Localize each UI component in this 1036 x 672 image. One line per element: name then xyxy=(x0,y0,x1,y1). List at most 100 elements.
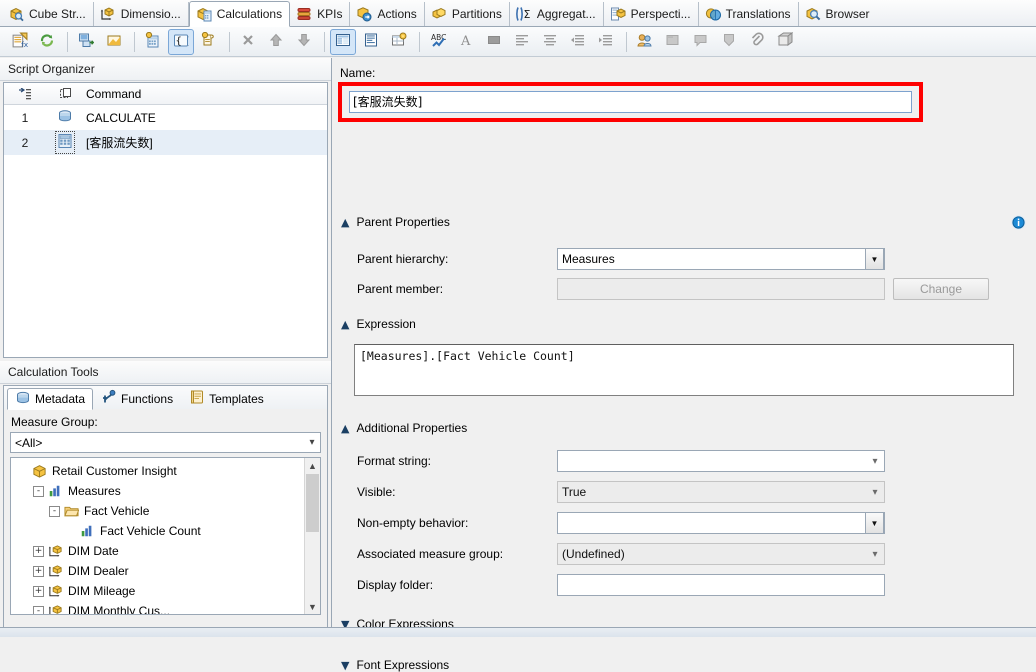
tree-node[interactable]: - Measures xyxy=(15,481,320,501)
metadata-tree[interactable]: Retail Customer Insight - Measures - Fact Ve… xyxy=(10,457,321,615)
form-view-icon xyxy=(335,32,351,51)
additional-properties-section-header[interactable]: ▲ Additional Properties xyxy=(341,421,467,435)
tab-translations[interactable]: Translations xyxy=(699,2,799,26)
associated-measure-group-select[interactable]: (Undefined) ▾ xyxy=(557,543,885,565)
chevron-down-icon[interactable]: ▾ xyxy=(866,487,884,498)
toolbar-deploy-button[interactable] xyxy=(772,29,798,55)
measure-group-label: Measure Group: xyxy=(11,415,98,429)
tree-expander[interactable]: - xyxy=(49,505,60,517)
chevron-down-icon[interactable]: ▾ xyxy=(866,456,884,467)
tree-node-label: Fact Vehicle xyxy=(84,504,150,518)
toolbar-move-up-button[interactable] xyxy=(263,29,289,55)
dimension-tree-icon xyxy=(48,604,64,614)
tree-node[interactable]: Fact Vehicle Count xyxy=(15,521,320,541)
tab-partitions[interactable]: Partitions xyxy=(425,2,510,26)
toolbar-form-view-button[interactable] xyxy=(330,28,356,55)
toolbar-uncomment-button[interactable] xyxy=(688,29,714,55)
calc-tools-tab-metadata[interactable]: Metadata xyxy=(7,388,94,410)
toolbar-new-named-set-button[interactable] xyxy=(101,29,127,55)
tree-expander[interactable]: + xyxy=(33,585,44,597)
refresh-icon xyxy=(39,32,55,51)
functions-icon xyxy=(101,389,117,408)
calc-tools-tab-label: Templates xyxy=(209,391,264,406)
new-script-command-icon xyxy=(78,32,95,51)
expression-section-header[interactable]: ▲ Expression xyxy=(341,317,416,331)
chevron-down-icon[interactable]: ▾ xyxy=(866,549,884,560)
measure-group-select[interactable]: <All> ▾ xyxy=(10,432,321,453)
toolbar-indent-increase-button[interactable] xyxy=(593,29,619,55)
row-index: 2 xyxy=(21,135,29,150)
tab-perspecti[interactable]: Perspecti... xyxy=(604,2,699,26)
tab-actions[interactable]: Actions xyxy=(350,2,425,26)
tab-calculations[interactable]: Calculations xyxy=(188,1,291,27)
toolbar-separator xyxy=(67,31,68,52)
chevron-down-icon: ▾ xyxy=(309,437,315,448)
table-row[interactable]: 1 CALCULATE xyxy=(4,105,327,130)
row-indicator-header-icon xyxy=(4,87,46,100)
tree-node[interactable]: - Fact Vehicle xyxy=(15,501,320,521)
non-empty-behavior-select[interactable]: ▼ xyxy=(557,512,885,534)
visible-select[interactable]: True ▾ xyxy=(557,481,885,503)
toolbar-comment-button[interactable] xyxy=(660,29,686,55)
font-expressions-section-header[interactable]: ▼ Font Expressions xyxy=(341,658,449,672)
info-icon[interactable] xyxy=(1011,215,1026,230)
calc-tools-tab-templates[interactable]: Templates xyxy=(181,388,272,409)
toolbar-delete-button[interactable] xyxy=(235,29,261,55)
toolbar-refresh-button[interactable] xyxy=(34,29,60,55)
toolbar-attach-button[interactable] xyxy=(744,29,770,55)
display-folder-input[interactable] xyxy=(557,574,885,596)
tree-node[interactable]: - DIM Monthly Cus... xyxy=(15,601,320,614)
tree-expander[interactable]: - xyxy=(33,485,44,497)
expression-editor[interactable]: [Measures].[Fact Vehicle Count] xyxy=(354,344,1014,396)
toolbar-font-button[interactable]: A xyxy=(453,29,479,55)
calc-tools-tab-functions[interactable]: Functions xyxy=(93,388,181,409)
tab-dimensio[interactable]: Dimensio... xyxy=(94,2,189,26)
metadata-tree-scrollbar[interactable]: ▲ ▼ xyxy=(304,458,320,614)
tab-kpis[interactable]: KPIs xyxy=(290,2,351,26)
tree-node[interactable]: Retail Customer Insight xyxy=(15,461,320,481)
tree-node[interactable]: + DIM Dealer xyxy=(15,561,320,581)
toolbar-new-calculated-member2-button[interactable] xyxy=(140,29,166,55)
table-row[interactable]: 2 [客服流失数] xyxy=(4,130,327,155)
tree-expander[interactable]: - xyxy=(33,605,44,614)
toolbar-roles-button[interactable] xyxy=(632,29,658,55)
toolbar-color-button[interactable] xyxy=(481,29,507,55)
parent-hierarchy-select[interactable]: Measures ▼ xyxy=(557,248,885,270)
toolbar-separator xyxy=(626,31,627,52)
parent-properties-section-header[interactable]: ▲ Parent Properties xyxy=(341,215,450,229)
toolbar-new-script-command-button[interactable] xyxy=(73,29,99,55)
toolbar-new-script-button[interactable] xyxy=(196,29,222,55)
tab-cubestr[interactable]: Cube Str... xyxy=(2,2,94,26)
toolbar-new-calculated-member-button[interactable]: fx xyxy=(6,29,32,55)
tree-expander[interactable]: + xyxy=(33,545,44,557)
toolbar-spell-check-button[interactable]: ABC xyxy=(425,29,451,55)
tab-aggregat[interactable]: Σ Aggregat... xyxy=(510,2,604,26)
name-input[interactable]: [客服流失数] xyxy=(349,91,912,113)
scroll-down-icon[interactable]: ▼ xyxy=(305,599,320,614)
scroll-up-icon[interactable]: ▲ xyxy=(305,458,320,473)
toolbar-calculation-properties-button[interactable] xyxy=(386,29,412,55)
dropdown-arrow-icon[interactable]: ▼ xyxy=(865,512,884,534)
non-empty-behavior-label: Non-empty behavior: xyxy=(357,516,469,530)
tab-browser[interactable]: Browser xyxy=(799,2,877,26)
toolbar-align-left-button[interactable] xyxy=(509,29,535,55)
dropdown-arrow-icon[interactable]: ▼ xyxy=(865,248,884,270)
associated-measure-group-row: Associated measure group: (Undefined) ▾ xyxy=(332,543,1036,565)
tree-node[interactable]: + DIM Mileage xyxy=(15,581,320,601)
toolbar-separator xyxy=(324,31,325,52)
change-button[interactable]: Change xyxy=(893,278,989,300)
toolbar-align-center-button[interactable] xyxy=(537,29,563,55)
parent-hierarchy-value: Measures xyxy=(562,252,615,266)
toolbar-bookmark-button[interactable] xyxy=(716,29,742,55)
toolbar-script-view-button[interactable] xyxy=(358,29,384,55)
format-string-select[interactable]: ▾ xyxy=(557,450,885,472)
toolbar-new-named-set2-button[interactable]: { } xyxy=(168,28,194,55)
tree-node[interactable]: + DIM Date xyxy=(15,541,320,561)
scrollbar-thumb[interactable] xyxy=(306,474,319,532)
script-organizer-grid[interactable]: Command 1 CALCULATE 2 [客服流失数] xyxy=(3,82,328,358)
svg-text:ABC: ABC xyxy=(431,33,446,42)
toolbar-move-down-button[interactable] xyxy=(291,29,317,55)
folder-icon xyxy=(64,504,80,518)
tree-expander[interactable]: + xyxy=(33,565,44,577)
toolbar-indent-decrease-button[interactable] xyxy=(565,29,591,55)
